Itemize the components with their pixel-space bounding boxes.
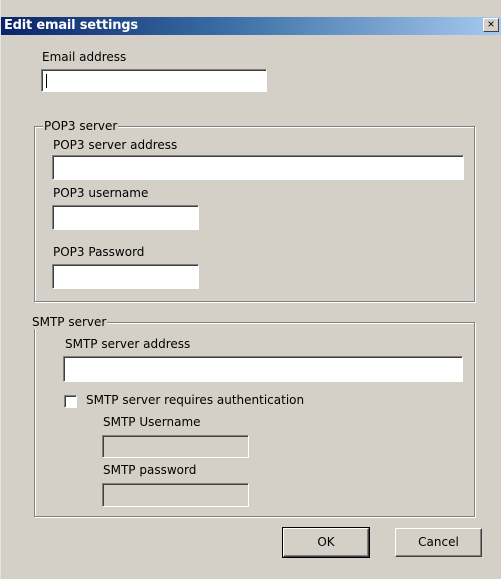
ok-button[interactable]: OK: [282, 527, 370, 558]
cancel-button[interactable]: Cancel: [395, 528, 482, 557]
smtp-server-group-label: SMTP server: [31, 315, 108, 329]
text-caret: [46, 74, 47, 88]
pop3-server-address-label: POP3 server address: [53, 138, 178, 152]
window-title: Edit email settings: [4, 18, 138, 33]
edit-email-settings-dialog: Edit email settings × Email address POP3…: [0, 0, 501, 579]
pop3-password-input[interactable]: [52, 264, 199, 289]
pop3-username-input[interactable]: [52, 205, 199, 230]
smtp-username-input[interactable]: [102, 435, 249, 458]
smtp-password-label: SMTP password: [103, 463, 197, 477]
smtp-auth-checkbox[interactable]: [64, 395, 77, 408]
pop3-username-label: POP3 username: [53, 186, 149, 200]
title-bar[interactable]: Edit email settings ×: [1, 17, 501, 35]
pop3-password-label: POP3 Password: [53, 245, 145, 259]
email-address-input[interactable]: [41, 69, 267, 92]
smtp-auth-label[interactable]: SMTP server requires authentication: [86, 393, 304, 407]
smtp-server-address-label: SMTP server address: [65, 337, 191, 351]
smtp-username-label: SMTP Username: [103, 415, 201, 429]
smtp-server-address-input[interactable]: [63, 356, 463, 382]
smtp-password-input[interactable]: [102, 483, 249, 507]
email-address-label: Email address: [42, 50, 127, 64]
smtp-server-group: SMTP server: [31, 315, 475, 517]
pop3-server-address-input[interactable]: [52, 155, 464, 180]
close-icon[interactable]: ×: [483, 18, 499, 32]
pop3-server-group-label: POP3 server: [43, 119, 119, 133]
